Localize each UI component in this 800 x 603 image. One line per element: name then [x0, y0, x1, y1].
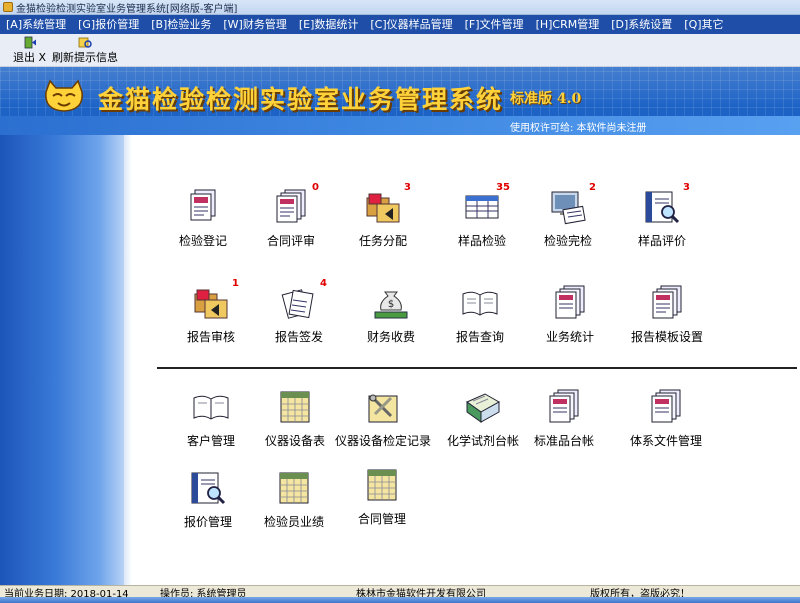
- module-task-assign[interactable]: 3 任务分配: [328, 182, 438, 254]
- tools-icon: [368, 394, 398, 423]
- module-business-stats[interactable]: 业务统计: [515, 284, 625, 350]
- documents-icon: [549, 389, 579, 423]
- module-label: 报告查询: [455, 330, 504, 344]
- menu-inspection[interactable]: [B]检验业务: [145, 15, 217, 34]
- calendar-icon: [280, 391, 310, 423]
- badge: 1: [232, 278, 239, 289]
- exit-door-icon: [24, 36, 36, 49]
- module-system-documents[interactable]: 体系文件管理: [611, 388, 721, 454]
- module-label: 仪器设备检定记录: [334, 434, 431, 448]
- module-contract-manage[interactable]: 合同管理: [327, 466, 437, 532]
- module-label: 客户管理: [186, 434, 235, 448]
- svg-text:$: $: [388, 299, 394, 310]
- calendar-icon: [367, 469, 397, 501]
- system-title: 金猫检验检测实验室业务管理系统: [98, 85, 504, 114]
- menu-other[interactable]: [Q]其它: [678, 15, 729, 34]
- module-report-template[interactable]: 报告模板设置: [612, 284, 722, 350]
- statistics-icon: [555, 285, 585, 319]
- menu-instrument[interactable]: [C]仪器样品管理: [364, 15, 458, 34]
- badge: 0: [312, 182, 319, 193]
- section-divider: [157, 367, 797, 369]
- menu-statistics[interactable]: [E]数据统计: [293, 15, 365, 34]
- module-label: 检验完检: [543, 234, 592, 248]
- module-instrument-calibration[interactable]: 仪器设备检定记录: [328, 388, 438, 454]
- menu-quote[interactable]: [G]报价管理: [72, 15, 145, 34]
- toolbar: 退出 X 刷新提示信息: [0, 34, 800, 67]
- menu-finance[interactable]: [W]财务管理: [217, 15, 292, 34]
- menu-files[interactable]: [F]文件管理: [459, 15, 530, 34]
- report-audit-icon: [194, 289, 228, 319]
- license-label: 使用权许可给: 本软件尚未注册: [510, 123, 647, 134]
- module-label: 报告签发: [274, 330, 323, 344]
- sample-evaluate-icon: [645, 191, 680, 224]
- refresh-icon: [78, 37, 92, 48]
- module-label: 检验登记: [178, 234, 227, 248]
- menu-settings[interactable]: [D]系统设置: [605, 15, 678, 34]
- module-label: 检验员业绩: [263, 515, 324, 529]
- exit-button[interactable]: 退出 X: [13, 36, 46, 65]
- edition-label: 标准版 4.0: [510, 91, 582, 107]
- left-sidebar: [0, 135, 124, 585]
- quote-icon: [191, 472, 226, 505]
- badge: 3: [683, 182, 690, 193]
- menu-system[interactable]: [A]系统管理: [0, 15, 72, 34]
- module-label: 合同评审: [266, 234, 315, 248]
- badge: 2: [589, 182, 596, 193]
- module-label: 财务收费: [366, 330, 415, 344]
- module-sample-evaluate[interactable]: 3 样品评价: [607, 182, 717, 254]
- exit-label: 退出 X: [13, 51, 47, 64]
- module-label: 任务分配: [358, 234, 407, 248]
- module-label: 报告审核: [186, 330, 235, 344]
- test-complete-icon: [551, 191, 586, 225]
- badge: 4: [320, 278, 327, 289]
- window-title: 金猫检验检测实验室业务管理系统[网络版-客户端]: [16, 3, 238, 15]
- os-taskbar: [0, 597, 800, 603]
- badge: 3: [404, 182, 411, 193]
- module-label: 样品检验: [457, 234, 506, 248]
- report-issue-icon: [281, 289, 314, 319]
- open-book-icon: [462, 291, 498, 316]
- register-icon: [190, 189, 216, 221]
- refresh-label: 刷新提示信息: [52, 51, 118, 64]
- golden-cat-logo-icon: [45, 79, 83, 112]
- module-label: 样品评价: [637, 234, 686, 248]
- template-icon: [652, 285, 682, 319]
- module-label: 业务统计: [545, 330, 594, 344]
- status-bar: 当前业务日期: 2018-01-14 操作员: 系统管理员 株林市金猫软件开发有…: [0, 585, 800, 600]
- menu-crm[interactable]: [H]CRM管理: [530, 15, 606, 34]
- module-label: 体系文件管理: [629, 434, 702, 448]
- module-label: 合同管理: [357, 512, 406, 526]
- app-icon: [3, 2, 13, 12]
- task-assign-icon: [366, 193, 400, 223]
- window-titlebar: 金猫检验检测实验室业务管理系统[网络版-客户端]: [0, 0, 800, 15]
- badge: 35: [496, 182, 510, 193]
- open-book-icon: [193, 395, 229, 420]
- sample-test-icon: [465, 195, 499, 219]
- menu-bar: [A]系统管理 [G]报价管理 [B]检验业务 [W]财务管理 [E]数据统计 …: [0, 15, 800, 34]
- module-standard-ledger[interactable]: 标准品台帐: [509, 388, 619, 454]
- contract-review-icon: [276, 189, 306, 223]
- module-label: 报告模板设置: [630, 330, 703, 344]
- calendar-icon: [279, 472, 309, 504]
- ledger-icon: [465, 393, 501, 423]
- module-label: 报价管理: [183, 515, 232, 529]
- module-label: 仪器设备表: [264, 434, 325, 448]
- license-strip: [0, 116, 800, 135]
- module-label: 标准品台帐: [533, 434, 594, 448]
- money-bag-icon: $: [374, 291, 408, 319]
- refresh-tips-button[interactable]: 刷新提示信息: [52, 36, 118, 65]
- documents-icon: [651, 389, 681, 423]
